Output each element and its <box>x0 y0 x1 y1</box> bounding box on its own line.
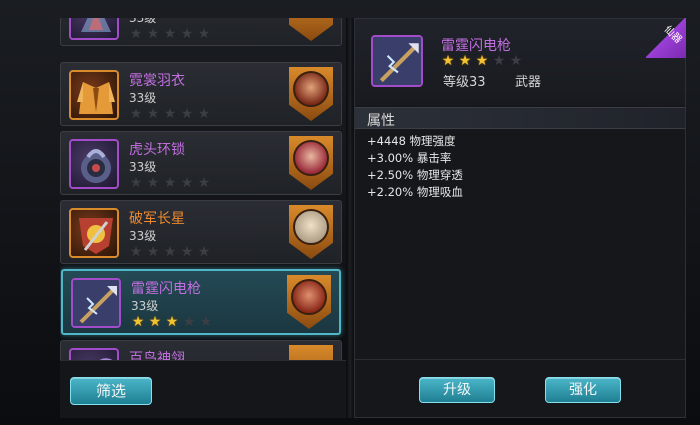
star-rating: ★ ★ ★ ★ ★ <box>441 54 523 68</box>
star-icon: ★ <box>148 314 162 330</box>
hero-portrait-icon <box>293 71 329 107</box>
panel-divider <box>346 18 354 418</box>
star-icon: ★ <box>129 244 143 260</box>
star-icon: ★ <box>146 26 160 42</box>
star-icon: ★ <box>180 175 194 191</box>
feather-icon <box>69 348 119 360</box>
attributes-header: 属性 <box>355 107 685 129</box>
item-level: 33级 <box>129 229 157 243</box>
attributes-list: +4448 物理强度 +3.00% 暴击率 +2.50% 物理穿透 +2.20%… <box>367 133 463 201</box>
attributes-title: 属性 <box>367 113 395 129</box>
star-icon: ★ <box>129 106 143 122</box>
star-rating: ★ ★ ★ ★ ★ <box>129 176 211 190</box>
star-rating: ★ ★ ★ ★ ★ <box>129 27 211 41</box>
star-icon: ★ <box>180 106 194 122</box>
detail-type: 武器 <box>515 75 542 90</box>
item-name: 破军长星 <box>129 211 185 227</box>
hero-badge[interactable] <box>289 67 333 121</box>
hero-badge[interactable] <box>289 345 333 360</box>
detail-level: 等级33 <box>443 75 486 90</box>
star-icon: ★ <box>458 53 472 69</box>
star-icon: ★ <box>182 314 196 330</box>
attribute-line: +3.00% 暴击率 <box>367 151 452 165</box>
list-item[interactable]: 百鸟神翎 <box>60 340 342 360</box>
equipment-list[interactable]: 33级 ★ ★ ★ ★ ★ 霓裳羽衣 33级 ★ ★ ★ ★ ★ 虎头环锁 33… <box>60 18 346 360</box>
star-rating: ★ ★ ★ ★ ★ <box>129 107 211 121</box>
star-icon: ★ <box>475 53 489 69</box>
star-icon: ★ <box>129 175 143 191</box>
attribute-line: +4448 物理强度 <box>367 134 456 148</box>
lock-ring-icon <box>69 139 119 189</box>
star-icon: ★ <box>197 26 211 42</box>
detail-item-name: 雷霆闪电枪 <box>441 38 511 54</box>
hero-badge[interactable] <box>289 205 333 259</box>
enhance-button[interactable]: 强化 <box>545 377 621 403</box>
list-item[interactable]: 破军长星 33级 ★ ★ ★ ★ ★ <box>60 200 342 264</box>
star-icon: ★ <box>163 244 177 260</box>
hero-portrait-icon <box>293 209 329 245</box>
star-icon: ★ <box>197 106 211 122</box>
star-icon: ★ <box>146 106 160 122</box>
list-item[interactable]: 虎头环锁 33级 ★ ★ ★ ★ ★ <box>60 131 342 195</box>
star-icon: ★ <box>492 53 506 69</box>
item-name: 虎头环锁 <box>129 142 185 158</box>
star-icon: ★ <box>197 244 211 260</box>
star-icon: ★ <box>163 106 177 122</box>
lightning-spear-icon <box>371 35 423 87</box>
star-icon: ★ <box>180 244 194 260</box>
lightning-spear-icon <box>71 278 121 328</box>
star-icon: ★ <box>131 314 145 330</box>
quality-tag: 仙器 <box>661 23 684 46</box>
shield-icon <box>289 18 333 41</box>
detail-header: 雷霆闪电枪 ★ ★ ★ ★ ★ 等级33 武器 仙器 <box>355 18 686 105</box>
item-level: 33级 <box>129 18 157 25</box>
star-icon: ★ <box>199 314 213 330</box>
star-icon: ★ <box>163 26 177 42</box>
robe-icon <box>69 70 119 120</box>
attribute-line: +2.20% 物理吸血 <box>367 185 463 199</box>
list-item-selected[interactable]: 雷霆闪电枪 33级 ★ ★ ★ ★ ★ <box>61 269 341 335</box>
item-level: 33级 <box>131 299 159 313</box>
star-icon: ★ <box>129 26 143 42</box>
quality-ribbon: 仙器 <box>646 18 686 58</box>
star-rating: ★ ★ ★ ★ ★ <box>129 245 211 259</box>
star-icon: ★ <box>509 53 523 69</box>
attribute-line: +2.50% 物理穿透 <box>367 168 463 182</box>
star-rating: ★ ★ ★ ★ ★ <box>131 315 213 329</box>
upgrade-button[interactable]: 升级 <box>419 377 495 403</box>
star-icon: ★ <box>163 175 177 191</box>
shield-weapon-icon <box>69 208 119 258</box>
star-icon: ★ <box>146 175 160 191</box>
list-item[interactable]: 霓裳羽衣 33级 ★ ★ ★ ★ ★ <box>60 62 342 126</box>
filter-button[interactable]: 筛选 <box>70 377 152 405</box>
star-icon: ★ <box>197 175 211 191</box>
item-name: 雷霆闪电枪 <box>131 281 201 297</box>
item-level: 33级 <box>129 91 157 105</box>
hero-portrait-icon <box>291 279 327 315</box>
divider <box>355 359 685 360</box>
item-level: 33级 <box>129 160 157 174</box>
star-icon: ★ <box>180 26 194 42</box>
hero-badge[interactable] <box>287 275 331 329</box>
item-detail-panel: 雷霆闪电枪 ★ ★ ★ ★ ★ 等级33 武器 仙器 属性 +4448 物理强度… <box>354 18 686 418</box>
shield-icon <box>289 345 333 360</box>
hero-badge[interactable] <box>289 18 333 41</box>
star-icon: ★ <box>441 53 455 69</box>
item-name: 霓裳羽衣 <box>129 73 185 89</box>
list-item[interactable]: 33级 ★ ★ ★ ★ ★ <box>60 18 342 46</box>
item-name: 百鸟神翎 <box>129 351 185 360</box>
hero-badge[interactable] <box>289 136 333 190</box>
star-icon: ★ <box>146 244 160 260</box>
armor-icon <box>69 18 119 40</box>
star-icon: ★ <box>165 314 179 330</box>
hero-portrait-icon <box>293 140 329 176</box>
